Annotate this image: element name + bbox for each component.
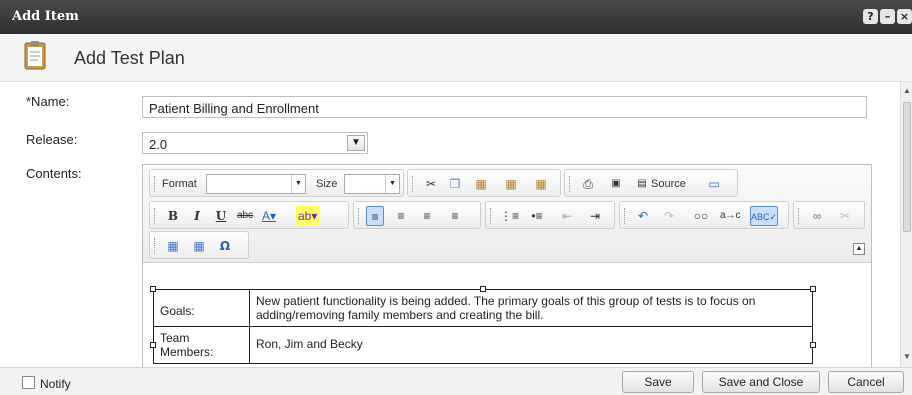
paste-icon[interactable]: ▦ [472, 174, 490, 194]
align-left-icon[interactable]: ≡ [366, 206, 384, 226]
align-right-icon[interactable]: ≡ [418, 206, 436, 226]
source-icon[interactable]: ▤ [633, 174, 651, 194]
text-color-icon[interactable]: A▾ [260, 206, 278, 226]
copy-icon[interactable]: ❐ [446, 174, 464, 194]
table-cell-key: Team Members: [153, 326, 250, 364]
close-icon[interactable]: × [897, 9, 912, 24]
resize-handle[interactable] [150, 286, 156, 292]
notify-label: Notify [40, 377, 71, 391]
dialog-footer: Notify Save Save and Close Cancel [0, 367, 912, 395]
scroll-down-icon[interactable]: ▼ [903, 352, 911, 361]
help-icon[interactable]: ? [863, 9, 878, 24]
collapse-toolbar-icon[interactable]: ▲ [853, 243, 865, 255]
numbered-list-icon[interactable]: ⋮≡ [500, 206, 519, 226]
align-group: ≡ ≡ ≡ ≡ [353, 201, 481, 229]
resize-handle[interactable] [480, 286, 486, 292]
dropdown-arrow-icon: ▼ [291, 175, 305, 193]
cut-icon[interactable]: ✂ [422, 174, 440, 194]
table-cell-key: Goals: [153, 289, 250, 327]
link-group: ∞ ✂ [793, 201, 865, 229]
insert-group: ▦ ▦ Ω [149, 231, 249, 259]
dropdown-arrow-icon: ▼ [385, 175, 399, 193]
notify-checkbox[interactable] [22, 376, 35, 389]
special-char-icon[interactable]: Ω [216, 236, 234, 256]
save-and-close-button[interactable]: Save and Close [702, 371, 820, 393]
chevron-down-icon[interactable]: ▼ [347, 135, 365, 151]
align-justify-icon[interactable]: ≡ [446, 206, 464, 226]
release-value: 2.0 [149, 137, 168, 152]
spellcheck-icon[interactable]: ABC✓ [750, 206, 779, 226]
print-icon[interactable]: ⎙ [579, 174, 597, 194]
editor-content[interactable]: Goals: New patient functionality is bein… [143, 264, 871, 367]
window-title: Add Item [12, 9, 79, 24]
highlight-color-icon[interactable]: ab▾ [296, 206, 320, 226]
rich-text-editor: Format ▼ Size ▼ ✂ ❐ ▦ ▦ ▦ ⎙ ▣ ▤ Source ▭ [142, 164, 872, 367]
table-cell-value: Ron, Jim and Becky [249, 326, 813, 364]
strikethrough-button[interactable]: abc [236, 206, 254, 226]
clipboard-group: ✂ ❐ ▦ ▦ ▦ [407, 169, 561, 197]
format-dropdown[interactable]: ▼ [206, 174, 306, 194]
underline-button[interactable]: U [212, 206, 230, 226]
paste-word-icon[interactable]: ▦ [532, 174, 550, 194]
page-title: Add Test Plan [74, 48, 185, 68]
link-icon[interactable]: ∞ [808, 206, 826, 226]
format-label: Format [162, 178, 197, 190]
table-icon[interactable]: ▦ [190, 236, 208, 256]
contents-label: Contents: [26, 166, 82, 181]
scroll-up-icon[interactable]: ▲ [903, 86, 911, 95]
release-label: Release: [26, 132, 78, 147]
dialog-header: Add Test Plan [0, 34, 912, 82]
paste-text-icon[interactable]: ▦ [502, 174, 520, 194]
list-group: ⋮≡ •≡ ⇤ ⇥ [485, 201, 615, 229]
redo-icon[interactable]: ↷ [660, 206, 678, 226]
name-label: *Name: [26, 94, 70, 109]
resize-handle[interactable] [810, 342, 816, 348]
scroll-thumb[interactable] [903, 102, 911, 232]
table-row: Team Members: Ron, Jim and Becky [153, 326, 813, 364]
undo-icon[interactable]: ↶ [634, 206, 652, 226]
table-row: Goals: New patient functionality is bein… [153, 289, 813, 327]
save-button[interactable]: Save [622, 371, 694, 393]
table-cell-value: New patient functionality is being added… [249, 289, 813, 327]
size-label: Size [316, 178, 338, 190]
size-dropdown[interactable]: ▼ [344, 174, 400, 194]
resize-handle[interactable] [810, 286, 816, 292]
clipboard-icon [24, 41, 46, 70]
edit-group: ↶ ↷ ○○ a→c ABC✓ [619, 201, 789, 229]
window-titlebar: Add Item ? – × [0, 0, 912, 34]
resize-handle[interactable] [150, 342, 156, 348]
italic-button[interactable]: I [188, 206, 206, 226]
document-group: ⎙ ▣ ▤ Source ▭ [564, 169, 738, 197]
replace-icon[interactable]: a→c [720, 206, 741, 226]
editor-toolbar: Format ▼ Size ▼ ✂ ❐ ▦ ▦ ▦ ⎙ ▣ ▤ Source ▭ [143, 165, 871, 263]
content-table: Goals: New patient functionality is bein… [153, 289, 813, 364]
minimize-icon[interactable]: – [880, 9, 895, 24]
find-icon[interactable]: ○○ [692, 206, 710, 226]
bold-button[interactable]: B [164, 206, 182, 226]
format-group: Format ▼ Size ▼ [149, 169, 404, 197]
maximize-icon[interactable]: ▭ [705, 174, 723, 194]
align-center-icon[interactable]: ≡ [392, 206, 410, 226]
window-controls: ? – × [863, 9, 912, 24]
name-field[interactable]: Patient Billing and Enrollment [142, 96, 867, 118]
item-form: *Name: Patient Billing and Enrollment Re… [0, 82, 900, 367]
bulleted-list-icon[interactable]: •≡ [528, 206, 546, 226]
outdent-icon[interactable]: ⇤ [558, 206, 576, 226]
indent-icon[interactable]: ⇥ [586, 206, 604, 226]
cancel-button[interactable]: Cancel [828, 371, 904, 393]
release-select[interactable]: 2.0 ▼ [142, 132, 368, 154]
template-icon[interactable]: ▣ [607, 174, 625, 194]
image-icon[interactable]: ▦ [164, 236, 182, 256]
unlink-icon[interactable]: ✂ [836, 206, 854, 226]
vertical-scrollbar[interactable]: ▲ ▼ [900, 82, 912, 367]
text-style-group: B I U abc A▾ ab▾ [149, 201, 349, 229]
source-button[interactable]: Source [651, 174, 686, 194]
